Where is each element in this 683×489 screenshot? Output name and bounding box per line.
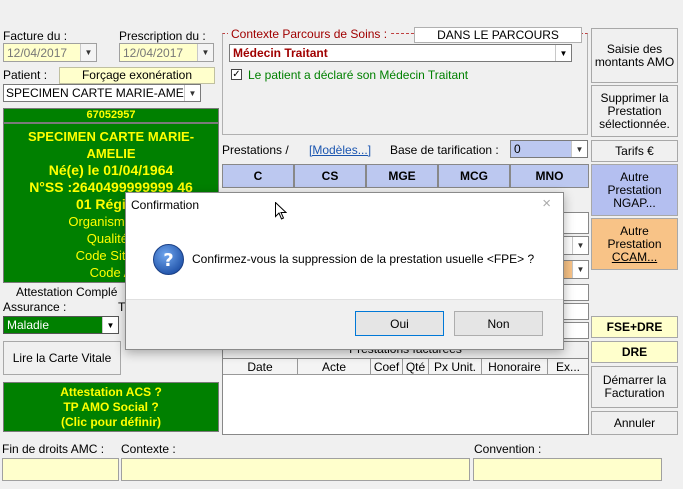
card-birth: Né(e) le 01/04/1964 <box>48 162 174 178</box>
base-tarification-select[interactable]: 0 ▼ <box>510 140 588 158</box>
dialog-footer: Oui Non <box>126 299 563 349</box>
medecin-select[interactable]: Médecin Traitant ▼ <box>229 44 572 62</box>
facture-label: Facture du : <box>3 29 68 43</box>
column-header-coef[interactable]: Coef <box>371 359 403 374</box>
fin-droits-amc-label: Fin de droits AMC : <box>2 442 105 456</box>
column-header-date[interactable]: Date <box>223 359 298 374</box>
supprimer-prestation-button[interactable]: Supprimer la Prestation sélectionnée. <box>591 85 678 137</box>
column-header-px-unit[interactable]: Px Unit. <box>429 359 482 374</box>
dialog-title: Confirmation <box>131 198 200 212</box>
medecin-value: Médecin Traitant <box>233 46 328 60</box>
prestation-code-mno[interactable]: MNO <box>510 164 589 188</box>
saisie-montants-amo-button[interactable]: Saisie des montants AMO <box>591 28 678 83</box>
chevron-down-icon[interactable]: ▼ <box>184 85 200 101</box>
question-icon: ? <box>152 243 185 276</box>
prestation-code-mcg[interactable]: MCG <box>438 164 510 188</box>
prestations-label: Prestations / <box>222 143 289 157</box>
cursor-icon <box>275 201 288 220</box>
fse-dre-button[interactable]: FSE+DRE <box>591 316 678 338</box>
acs-line-2: TP AMO Social ? <box>63 400 159 414</box>
chevron-down-icon[interactable]: ▼ <box>572 261 588 278</box>
prescription-label: Prescription du : <box>119 29 206 43</box>
forcage-exoneration-button[interactable]: Forçage exonération <box>59 67 215 84</box>
patient-label: Patient : <box>3 68 48 82</box>
prestation-code-cs[interactable]: CS <box>294 164 366 188</box>
attestation-label: Attestation Complé <box>16 285 118 299</box>
column-header-acte[interactable]: Acte <box>298 359 371 374</box>
prestation-code-c[interactable]: C <box>222 164 294 188</box>
column-header-ex[interactable]: Ex... <box>548 359 588 374</box>
prestation-field[interactable] <box>560 212 589 234</box>
contexte-label: Contexte Parcours de Soins : <box>228 27 391 41</box>
patient-select[interactable]: SPECIMEN CARTE MARIE-AMELIE ▼ <box>3 84 201 102</box>
chevron-down-icon[interactable]: ▼ <box>197 44 213 61</box>
prestation-field[interactable] <box>560 284 589 301</box>
base-tarification-value: 0 <box>514 142 521 156</box>
prestation-field[interactable] <box>560 322 589 339</box>
convention-field[interactable] <box>473 458 662 481</box>
prescription-date-value: 12/04/2017 <box>123 46 184 60</box>
parcours-status: DANS LE PARCOURS <box>414 27 582 43</box>
dialog-message: Confirmez-vous la suppression de la pres… <box>192 252 535 266</box>
acs-panel[interactable]: Attestation ACS ? TP AMO Social ? (Clic … <box>3 382 219 432</box>
chevron-down-icon[interactable]: ▼ <box>555 45 571 61</box>
chevron-down-icon[interactable]: ▼ <box>80 44 96 61</box>
prescription-date-field[interactable]: 12/04/2017 ▼ <box>119 43 214 62</box>
assurance-label: Assurance : <box>3 300 67 314</box>
autre-prestation-ccam-button[interactable]: Autre Prestation CCAM... <box>591 218 678 270</box>
demarrer-facturation-button[interactable]: Démarrer la Facturation <box>591 366 678 408</box>
table-header-row: Date Acte Coef Qté Px Unit. Honoraire Ex… <box>223 359 588 375</box>
facture-date-value: 12/04/2017 <box>7 46 68 60</box>
autre-prestation-ngap-button[interactable]: Autre Prestation NGAP... <box>591 164 678 216</box>
non-button[interactable]: Non <box>454 311 543 336</box>
base-tarification-label: Base de tarification : <box>390 143 499 157</box>
prestation-field[interactable] <box>560 303 589 320</box>
convention-label: Convention : <box>474 442 542 456</box>
modeles-link[interactable]: [Modèles...] <box>309 143 371 157</box>
contexte-bottom-label: Contexte : <box>121 442 176 456</box>
column-header-qte[interactable]: Qté <box>403 359 429 374</box>
close-icon[interactable]: × <box>542 195 551 212</box>
chevron-down-icon[interactable]: ▼ <box>102 317 118 333</box>
prestations-facturees-table[interactable]: Prestations facturées Date Acte Coef Qté… <box>222 341 589 435</box>
contexte-field[interactable] <box>121 458 470 481</box>
oui-button[interactable]: Oui <box>355 311 444 336</box>
medecin-declare-checkbox[interactable]: ✓ <box>231 69 242 80</box>
facture-date-field[interactable]: 12/04/2017 ▼ <box>3 43 97 62</box>
patient-name-value: SPECIMEN CARTE MARIE-AMELIE <box>6 86 201 100</box>
svg-text:?: ? <box>163 250 173 271</box>
acs-line-3: (Clic pour définir) <box>61 415 161 429</box>
column-header-honoraire[interactable]: Honoraire <box>482 359 548 374</box>
acs-line-1: Attestation ACS ? <box>60 385 162 399</box>
dre-button[interactable]: DRE <box>591 341 678 363</box>
assurance-select[interactable]: Maladie ▼ <box>3 316 119 334</box>
prestation-select-orange[interactable]: ▼ <box>560 260 589 279</box>
confirmation-dialog: Confirmation × ? Confirmez-vous la suppr… <box>125 192 564 350</box>
assurance-value: Maladie <box>7 318 50 332</box>
card-name: SPECIMEN CARTE MARIE-AMELIE <box>27 129 195 161</box>
fin-droits-amc-field[interactable] <box>2 458 119 481</box>
tarifs-button[interactable]: Tarifs € <box>591 140 678 162</box>
card-number: 67052957 <box>3 108 219 123</box>
medecin-declare-label: Le patient a déclaré son Médecin Traitan… <box>248 68 469 82</box>
prestation-select[interactable]: ▼ <box>560 236 589 255</box>
lire-carte-vitale-button[interactable]: Lire la Carte Vitale <box>3 341 121 375</box>
annuler-button[interactable]: Annuler <box>591 411 678 435</box>
chevron-down-icon[interactable]: ▼ <box>571 141 587 157</box>
prestation-code-mge[interactable]: MGE <box>366 164 438 188</box>
chevron-down-icon[interactable]: ▼ <box>572 237 588 254</box>
